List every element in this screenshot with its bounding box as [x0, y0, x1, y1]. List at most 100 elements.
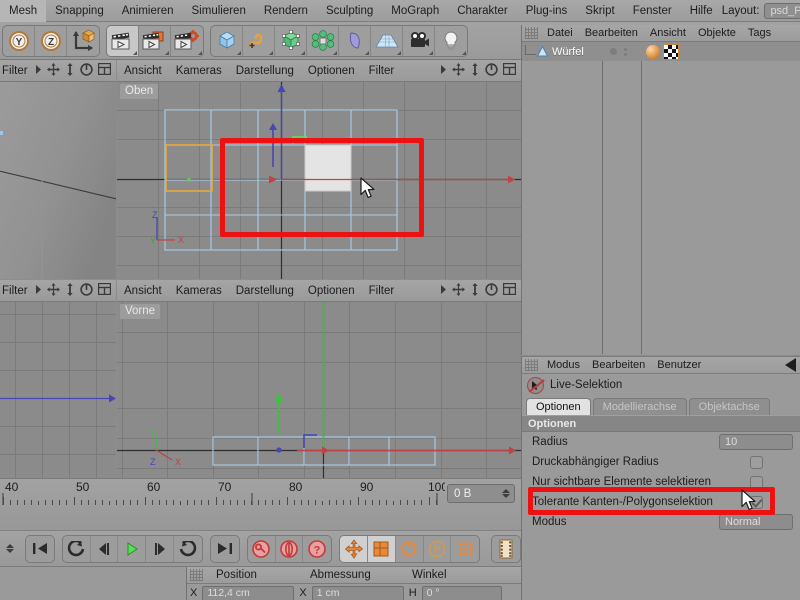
render-region-icon[interactable] — [139, 25, 171, 56]
current-frame-field[interactable]: 0 B — [447, 484, 515, 503]
autokey-icon[interactable] — [276, 535, 304, 562]
collapse-arrow-icon[interactable] — [785, 358, 796, 372]
viewport-menu-filter[interactable]: Filter — [362, 280, 402, 302]
move-view-icon[interactable] — [47, 62, 60, 79]
coord-angle-h-input[interactable]: 0 ° — [421, 585, 502, 600]
panel-grip-icon[interactable] — [525, 27, 538, 39]
play-icon[interactable] — [118, 535, 147, 562]
attr-menu-bearbeiten[interactable]: Bearbeiten — [586, 357, 651, 374]
maximize-view-icon[interactable] — [97, 62, 112, 78]
timeline-window-icon[interactable] — [492, 536, 520, 562]
zoom-view-icon[interactable] — [65, 62, 75, 79]
go-to-start-icon[interactable] — [26, 536, 54, 562]
coord-position-x-input[interactable]: 112,4 cm — [202, 585, 295, 600]
scene-floor-icon[interactable] — [371, 25, 403, 56]
zoom-view-icon[interactable] — [65, 282, 75, 299]
generator-nurbs-icon[interactable] — [275, 25, 307, 56]
object-visibility-dots[interactable] — [610, 47, 627, 56]
viewport-menu-kameras[interactable]: Kameras — [169, 280, 229, 302]
record-key-icon[interactable] — [248, 535, 276, 562]
menu-item-plugins[interactable]: Plug-ins — [517, 0, 577, 22]
record-pla-icon[interactable] — [451, 536, 479, 562]
menu-item-fenster[interactable]: Fenster — [624, 0, 681, 22]
previous-key-icon[interactable] — [63, 535, 91, 562]
rotate-view-icon[interactable] — [80, 282, 93, 299]
viewport-menu-filter[interactable]: Filter — [362, 60, 402, 82]
record-scale-icon[interactable] — [367, 535, 396, 562]
viewport-menu-ansicht[interactable]: Ansicht — [117, 280, 169, 302]
viewport-menu-ansicht[interactable]: Ansicht — [117, 60, 169, 82]
coord-size-x-input[interactable]: 1 cm — [311, 585, 404, 600]
maximize-view-icon[interactable] — [97, 282, 112, 298]
move-view-icon[interactable] — [47, 282, 60, 299]
objmgr-menu-objekte[interactable]: Objekte — [692, 25, 742, 42]
rotate-view-icon[interactable] — [80, 62, 93, 79]
objmgr-menu-tags[interactable]: Tags — [742, 25, 777, 42]
next-key-icon[interactable] — [174, 536, 202, 562]
visibility-editor-dot-icon[interactable] — [610, 48, 617, 55]
render-view-icon[interactable] — [107, 25, 139, 56]
record-parameter-icon[interactable]: P — [424, 535, 452, 562]
cube-primitive-icon[interactable] — [211, 25, 243, 56]
tab-objektachse[interactable]: Objektachse — [688, 398, 770, 415]
viewport-menu-optionen[interactable]: Optionen — [301, 280, 362, 302]
camera-icon[interactable] — [403, 25, 435, 56]
viewport-menu-optionen[interactable]: Optionen — [301, 60, 362, 82]
tolerante-selektion-checkbox[interactable] — [750, 495, 763, 509]
step-forward-icon[interactable] — [146, 535, 175, 562]
tab-modellierachse[interactable]: Modellierachse — [592, 398, 687, 415]
move-view-icon[interactable] — [452, 282, 465, 299]
arrow-right-icon[interactable] — [440, 284, 447, 297]
objmgr-menu-ansicht[interactable]: Ansicht — [644, 25, 692, 42]
maximize-view-icon[interactable] — [502, 62, 517, 78]
radius-input[interactable]: 10 — [719, 434, 793, 450]
frame-stepper-icon[interactable] — [502, 489, 510, 498]
viewport-menu-filter[interactable]: Filter — [0, 60, 35, 82]
arrow-right-icon[interactable] — [35, 64, 42, 77]
viewport-canvas-vorne[interactable]: Vorne Y X Z — [117, 302, 521, 478]
rotate-view-icon[interactable] — [485, 62, 498, 79]
light-bulb-icon[interactable] — [435, 26, 467, 56]
menu-item-mograph[interactable]: MoGraph — [382, 0, 448, 22]
record-rotation-icon[interactable] — [396, 535, 424, 562]
menu-item-sculpting[interactable]: Sculpting — [317, 0, 382, 22]
viewport-menu-darstellung[interactable]: Darstellung — [229, 60, 301, 82]
axis-z-lock-icon[interactable]: Z — [35, 25, 67, 56]
viewport-menu-filter[interactable]: Filter — [0, 280, 35, 302]
go-to-end-icon[interactable] — [211, 536, 239, 562]
menu-item-snapping[interactable]: Snapping — [46, 0, 113, 22]
tab-optionen[interactable]: Optionen — [526, 398, 591, 415]
visibility-render-dots-icon[interactable] — [624, 47, 627, 56]
material-tag-icon[interactable] — [646, 44, 660, 59]
viewport-menu-darstellung[interactable]: Darstellung — [229, 280, 301, 302]
menu-item-charakter[interactable]: Charakter — [448, 0, 517, 22]
world-object-axis-icon[interactable] — [67, 26, 99, 56]
attr-menu-modus[interactable]: Modus — [541, 357, 586, 374]
arrow-right-icon[interactable] — [35, 284, 42, 297]
render-settings-icon[interactable] — [171, 26, 203, 56]
transport-left-stepper-icon[interactable] — [6, 544, 14, 553]
attr-menu-benutzer[interactable]: Benutzer — [651, 357, 707, 374]
menu-item-rendern[interactable]: Rendern — [255, 0, 317, 22]
key-selection-icon[interactable]: ? — [303, 536, 331, 562]
deformer-bend-icon[interactable] — [339, 25, 371, 56]
viewport-canvas-perspective-bottom[interactable] — [0, 302, 116, 478]
maximize-view-icon[interactable] — [502, 282, 517, 298]
step-back-icon[interactable] — [91, 535, 119, 562]
panel-grip-icon[interactable] — [525, 359, 538, 371]
objmgr-menu-datei[interactable]: Datei — [541, 25, 579, 42]
menu-item-skript[interactable]: Skript — [576, 0, 623, 22]
record-position-icon[interactable] — [340, 535, 368, 562]
object-row-wuerfel[interactable]: Würfel — [522, 42, 800, 61]
arrow-right-icon[interactable] — [440, 64, 447, 77]
spline-pen-icon[interactable] — [243, 25, 275, 56]
menu-item-hilfe[interactable]: Hilfe — [681, 0, 722, 22]
zoom-view-icon[interactable] — [470, 62, 480, 79]
menu-item-mesh[interactable]: Mesh — [0, 0, 47, 22]
mograph-array-icon[interactable] — [307, 25, 339, 56]
axis-y-lock-icon[interactable]: Y — [3, 25, 35, 56]
menu-item-animieren[interactable]: Animieren — [113, 0, 183, 22]
zoom-view-icon[interactable] — [470, 282, 480, 299]
layout-dropdown[interactable]: psd_P — [764, 2, 800, 19]
viewport-canvas-oben[interactable]: Oben Z X Y — [117, 82, 521, 279]
